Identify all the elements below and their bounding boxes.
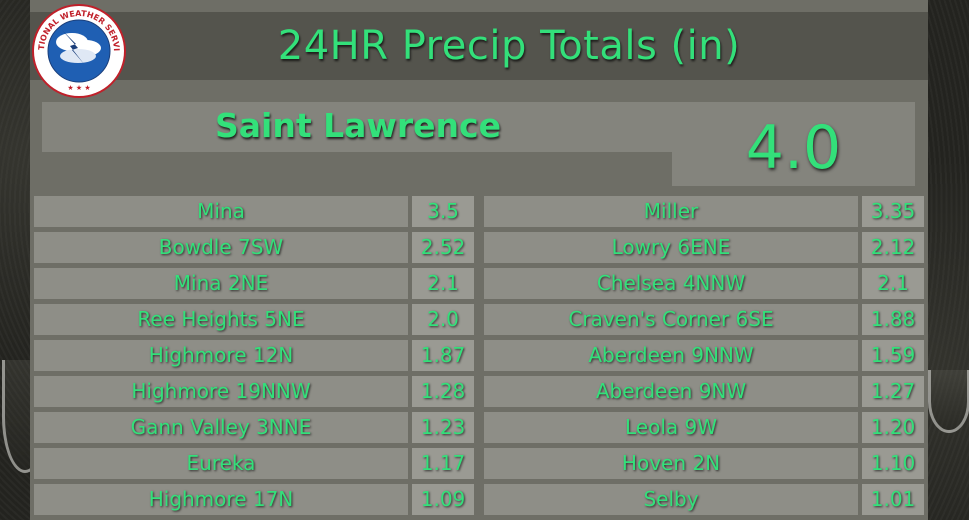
precip-value: 1.87 xyxy=(412,340,474,371)
location-name: Aberdeen 9NNW xyxy=(484,340,858,371)
precip-value: 2.52 xyxy=(412,232,474,263)
nws-logo-icon: NATIONAL WEATHER SERVICE ★ ★ ★ xyxy=(32,4,126,98)
featured-location-box: Saint Lawrence xyxy=(42,102,674,152)
location-name: Lowry 6ENE xyxy=(484,232,858,263)
location-name: Gann Valley 3NNE xyxy=(34,412,408,443)
location-name: Mina 2NE xyxy=(34,268,408,299)
precip-value: 2.12 xyxy=(862,232,924,263)
precip-value: 3.35 xyxy=(862,196,924,227)
featured-value-box: 4.0 xyxy=(672,102,915,186)
location-name: Leola 9W xyxy=(484,412,858,443)
precip-value: 2.1 xyxy=(412,268,474,299)
precip-value: 1.01 xyxy=(862,484,924,515)
precip-value: 1.28 xyxy=(412,376,474,407)
precip-value: 1.20 xyxy=(862,412,924,443)
location-name: Mina xyxy=(34,196,408,227)
precip-value: 1.09 xyxy=(412,484,474,515)
page-title: 24HR Precip Totals (in) xyxy=(277,23,741,69)
location-name: Craven's Corner 6SE xyxy=(484,304,858,335)
location-name: Highmore 12N xyxy=(34,340,408,371)
featured-location-name: Saint Lawrence xyxy=(215,105,501,145)
precip-value: 1.17 xyxy=(412,448,474,479)
precip-value: 3.5 xyxy=(412,196,474,227)
location-name: Highmore 19NNW xyxy=(34,376,408,407)
location-name: Ree Heights 5NE xyxy=(34,304,408,335)
location-name: Hoven 2N xyxy=(484,448,858,479)
background-bowl-right xyxy=(928,370,969,433)
precip-value: 1.23 xyxy=(412,412,474,443)
title-bar: 24HR Precip Totals (in) xyxy=(30,12,928,80)
location-name: Miller xyxy=(484,196,858,227)
precip-value: 1.10 xyxy=(862,448,924,479)
location-name: Bowdle 7SW xyxy=(34,232,408,263)
precip-value: 1.59 xyxy=(862,340,924,371)
location-name: Aberdeen 9NW xyxy=(484,376,858,407)
location-name: Selby xyxy=(484,484,858,515)
location-name: Chelsea 4NNW xyxy=(484,268,858,299)
precip-value: 1.88 xyxy=(862,304,924,335)
featured-value: 4.0 xyxy=(745,113,842,183)
location-name: Highmore 17N xyxy=(34,484,408,515)
precip-value: 2.1 xyxy=(862,268,924,299)
precip-value: 1.27 xyxy=(862,376,924,407)
svg-text:★ ★ ★: ★ ★ ★ xyxy=(67,84,90,92)
location-name: Eureka xyxy=(34,448,408,479)
precip-value: 2.0 xyxy=(412,304,474,335)
